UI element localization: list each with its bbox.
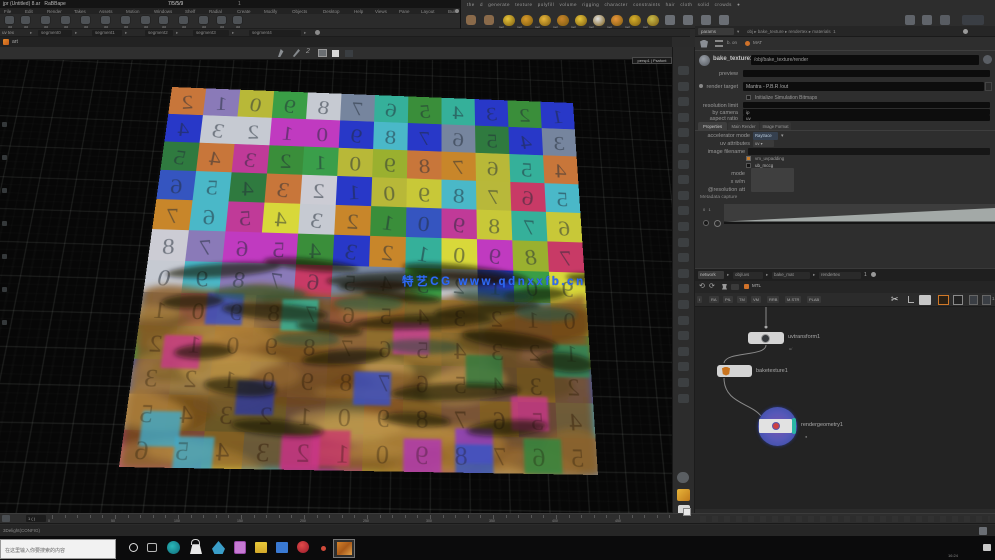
- svg-text:5: 5: [379, 302, 392, 329]
- svg-text:3: 3: [491, 338, 504, 365]
- svg-text:0: 0: [261, 366, 276, 394]
- svg-text:4: 4: [214, 436, 231, 466]
- svg-text:1: 1: [565, 340, 579, 367]
- svg-text:5: 5: [530, 407, 544, 436]
- svg-text:2: 2: [518, 104, 531, 125]
- svg-text:4: 4: [554, 159, 567, 182]
- svg-text:4: 4: [491, 371, 505, 399]
- svg-text:7: 7: [418, 127, 430, 149]
- svg-text:8: 8: [418, 154, 431, 177]
- svg-text:6: 6: [378, 335, 392, 362]
- svg-text:9: 9: [418, 183, 431, 206]
- svg-text:5: 5: [570, 443, 585, 473]
- svg-text:7: 7: [351, 97, 364, 119]
- svg-text:1: 1: [298, 402, 313, 431]
- svg-text:2: 2: [312, 179, 325, 203]
- svg-text:6: 6: [492, 406, 506, 435]
- svg-text:0: 0: [383, 181, 397, 205]
- svg-text:8: 8: [302, 333, 317, 360]
- svg-text:5: 5: [486, 129, 498, 151]
- svg-text:6: 6: [170, 174, 183, 198]
- svg-text:8: 8: [339, 368, 353, 396]
- svg-text:7: 7: [487, 185, 500, 208]
- svg-text:1: 1: [335, 438, 350, 468]
- svg-text:1: 1: [348, 180, 361, 204]
- svg-text:1: 1: [222, 365, 238, 393]
- svg-text:8: 8: [454, 441, 467, 471]
- svg-text:7: 7: [523, 215, 535, 240]
- svg-text:2: 2: [247, 120, 259, 142]
- svg-text:3: 3: [529, 372, 543, 400]
- svg-text:2: 2: [279, 149, 292, 172]
- svg-text:0: 0: [452, 242, 466, 268]
- svg-text:0: 0: [375, 439, 389, 469]
- svg-text:7: 7: [340, 334, 354, 361]
- svg-text:6: 6: [341, 301, 355, 328]
- svg-text:1: 1: [215, 92, 228, 114]
- svg-text:6: 6: [415, 370, 429, 398]
- svg-text:2: 2: [566, 373, 580, 401]
- svg-text:1: 1: [315, 151, 327, 174]
- svg-text:3: 3: [454, 304, 467, 330]
- svg-text:0: 0: [349, 152, 362, 175]
- svg-text:5: 5: [239, 205, 252, 230]
- svg-text:0: 0: [316, 123, 328, 145]
- svg-text:8: 8: [415, 404, 428, 433]
- svg-text:2: 2: [346, 209, 360, 234]
- svg-text:1: 1: [526, 306, 539, 332]
- svg-text:8: 8: [452, 183, 465, 207]
- svg-text:9: 9: [384, 153, 396, 176]
- svg-text:8: 8: [384, 125, 397, 148]
- svg-text:9: 9: [264, 332, 279, 359]
- svg-text:8: 8: [161, 233, 175, 258]
- svg-text:6: 6: [531, 442, 546, 472]
- svg-text:8: 8: [488, 213, 500, 238]
- svg-text:6: 6: [235, 236, 249, 261]
- svg-text:9: 9: [415, 440, 429, 470]
- svg-text:3: 3: [553, 132, 566, 154]
- svg-text:6: 6: [202, 204, 215, 229]
- svg-text:3: 3: [218, 400, 234, 429]
- svg-text:5: 5: [556, 187, 569, 211]
- svg-text:2: 2: [295, 438, 310, 468]
- svg-text:4: 4: [416, 303, 429, 330]
- svg-text:7: 7: [304, 300, 319, 327]
- svg-text:2: 2: [528, 339, 542, 366]
- svg-text:7: 7: [199, 234, 213, 260]
- svg-text:5: 5: [205, 175, 219, 199]
- svg-text:5: 5: [416, 336, 429, 363]
- svg-text:2: 2: [181, 91, 193, 113]
- svg-text:3: 3: [255, 437, 271, 467]
- svg-text:9: 9: [300, 367, 315, 395]
- svg-text:2: 2: [258, 401, 274, 430]
- svg-text:6: 6: [486, 156, 498, 179]
- svg-text:2: 2: [490, 305, 503, 331]
- svg-text:7: 7: [377, 369, 391, 397]
- svg-text:0: 0: [225, 331, 241, 359]
- svg-text:7: 7: [454, 405, 468, 434]
- svg-text:9: 9: [228, 298, 243, 325]
- svg-text:5: 5: [454, 370, 467, 398]
- svg-text:0: 0: [563, 307, 577, 333]
- svg-text:4: 4: [241, 176, 254, 200]
- svg-text:5: 5: [521, 158, 533, 181]
- svg-text:7: 7: [493, 441, 507, 471]
- svg-text:6: 6: [452, 128, 465, 151]
- svg-text:4: 4: [568, 407, 583, 436]
- svg-text:8: 8: [266, 299, 281, 326]
- svg-text:7: 7: [165, 203, 179, 227]
- svg-text:4: 4: [452, 101, 464, 123]
- svg-text:4: 4: [453, 337, 466, 364]
- svg-text:0: 0: [337, 403, 351, 432]
- svg-text:9: 9: [376, 403, 390, 432]
